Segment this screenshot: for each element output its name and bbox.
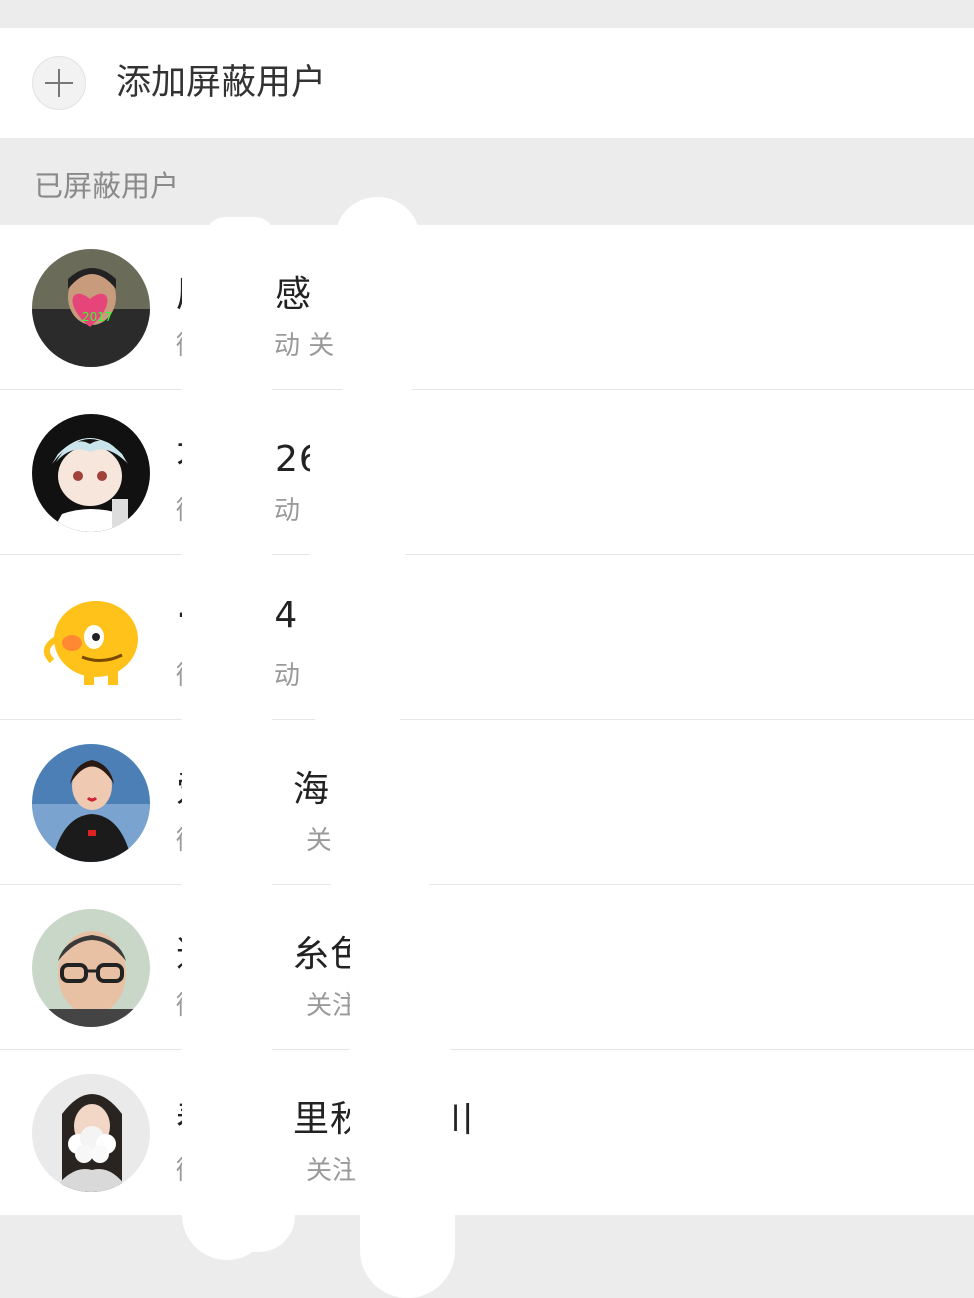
avatar-woman-icon — [32, 744, 150, 862]
svg-text:2017: 2017 — [82, 310, 113, 324]
user-row[interactable]: 2017 厉感 微动 关 — [0, 225, 974, 390]
add-blocked-user-label: 添加屏蔽用户 — [116, 63, 327, 103]
redaction-blob — [182, 230, 272, 1260]
blocked-users-page: 添加屏蔽用户 已屏蔽用户 2017 厉感 微动 关 — [0, 0, 974, 1298]
avatar[interactable] — [32, 909, 150, 1027]
redaction-blob — [360, 1150, 455, 1298]
redaction-blob — [205, 217, 275, 257]
redaction-blob — [330, 740, 430, 920]
avatar-anime-icon — [32, 414, 150, 532]
avatar-man-glasses-icon — [32, 909, 150, 1027]
redaction-blob — [205, 1180, 295, 1252]
bottom-spacer — [0, 1215, 974, 1295]
avatar[interactable] — [32, 579, 150, 697]
user-row[interactable]: 爱海 微关 — [0, 720, 974, 885]
user-row[interactable]: ·54 微动 : — [0, 555, 974, 720]
section-title: 已屏蔽用户 — [34, 169, 180, 203]
user-row[interactable]: 不26 微动 — [0, 390, 974, 555]
user-row[interactable]: 春里秋川 微关注 — [0, 1050, 974, 1215]
avatar-girl-flowers-icon — [32, 1074, 150, 1192]
blocked-user-list: 2017 厉感 微动 关 不26 微动 — [0, 225, 974, 1215]
redaction-blob — [335, 197, 420, 407]
plus-icon[interactable] — [32, 56, 86, 110]
user-row[interactable]: 道糸色 微关注 — [0, 885, 974, 1050]
avatar[interactable] — [32, 1074, 150, 1192]
avatar[interactable] — [32, 414, 150, 532]
avatar-dino-icon — [32, 579, 150, 697]
section-header: 已屏蔽用户 — [0, 138, 974, 225]
avatar[interactable]: 2017 — [32, 249, 150, 367]
redaction-blob — [310, 400, 405, 740]
add-blocked-user-row[interactable]: 添加屏蔽用户 — [0, 28, 974, 138]
avatar-man-icon: 2017 — [32, 249, 150, 367]
avatar[interactable] — [32, 744, 150, 862]
top-spacer — [0, 0, 974, 28]
